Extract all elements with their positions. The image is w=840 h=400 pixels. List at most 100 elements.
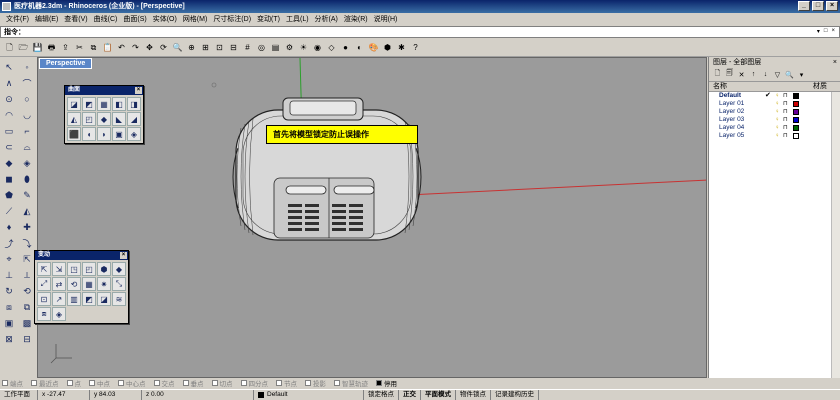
pan-icon[interactable]: ✥ <box>143 41 156 54</box>
transform-tool-icon-13[interactable]: ↗ <box>52 292 66 306</box>
light-bulb-icon[interactable]: ♀ <box>775 125 783 131</box>
render-icon[interactable]: ◉ <box>311 41 324 54</box>
light-icon[interactable]: ☀ <box>297 41 310 54</box>
menu-item-11[interactable]: 渲染(R) <box>341 13 371 26</box>
layer-row[interactable]: Default ✔ ♀ ⊓ <box>709 92 840 100</box>
menu-item-6[interactable]: 网格(M) <box>180 13 211 26</box>
status-osnap[interactable]: 物件锁点 <box>456 390 491 400</box>
toolbox-tool-icon-21[interactable]: ✚ <box>19 220 35 234</box>
osnap-checkbox[interactable] <box>31 380 37 386</box>
transform-tool-icon-14[interactable]: ▥ <box>67 292 81 306</box>
four-views-icon[interactable]: ⊟ <box>227 41 240 54</box>
status-layer[interactable]: Default <box>254 390 364 400</box>
surface-tool-icon-2[interactable]: ▦ <box>97 97 111 111</box>
transform-tool-icon-19[interactable]: ◈ <box>52 307 66 321</box>
status-planar[interactable]: 平面模式 <box>421 390 456 400</box>
osnap-toggle[interactable]: 智慧轨迹 <box>334 378 368 388</box>
menu-item-8[interactable]: 变动(T) <box>254 13 283 26</box>
light-bulb-icon[interactable]: ♀ <box>775 93 783 99</box>
transform-tool-icon-3[interactable]: ◰ <box>82 262 96 276</box>
surface-tool-icon-4[interactable]: ◨ <box>127 97 141 111</box>
zoom-icon[interactable]: 🔍 <box>171 41 184 54</box>
toolbox-tool-icon-9[interactable]: ⌐ <box>19 124 35 138</box>
toolbox-tool-icon-4[interactable]: ⊙ <box>1 92 17 106</box>
paste-icon[interactable]: 📋 <box>101 41 114 54</box>
material-icon[interactable]: ⬢ <box>381 41 394 54</box>
toolbox-tool-icon-11[interactable]: ⌓ <box>19 140 35 154</box>
toolbox-tool-icon-30[interactable]: ⧈ <box>1 300 17 314</box>
osnap-toggle[interactable]: 交点 <box>153 378 175 388</box>
layer-tool-icon-0[interactable]: 🗋 <box>712 69 723 80</box>
toolbox-tool-icon-20[interactable]: ♦ <box>1 220 17 234</box>
layer-color-swatch[interactable] <box>793 93 799 99</box>
layer-tool-icon-6[interactable]: 🔍 <box>784 69 795 80</box>
osnap-checkbox[interactable] <box>89 380 95 386</box>
menu-item-2[interactable]: 查看(V) <box>61 13 90 26</box>
toolbox-tool-icon-28[interactable]: ↻ <box>1 284 17 298</box>
transform-tool-icon-10[interactable]: ✷ <box>97 277 111 291</box>
light-bulb-icon[interactable]: ♀ <box>775 133 783 139</box>
layer-current-icon[interactable]: ✔ <box>765 92 775 100</box>
surface-tool-icon-8[interactable]: ◣ <box>112 112 126 126</box>
transform-tool-icon-9[interactable]: ▦ <box>82 277 96 291</box>
toolbox-tool-icon-32[interactable]: ▣ <box>1 316 17 330</box>
osnap-toggle[interactable]: 停用 <box>376 378 397 388</box>
options-icon[interactable]: ✱ <box>395 41 408 54</box>
transform-tool-icon-7[interactable]: ⇄ <box>52 277 66 291</box>
transform-tool-icon-8[interactable]: ⟲ <box>67 277 81 291</box>
toolbox-tool-icon-25[interactable]: ⇱ <box>19 252 35 266</box>
save-icon[interactable]: 💾 <box>31 41 44 54</box>
osnap-checkbox[interactable] <box>376 380 382 386</box>
layer-row[interactable]: Layer 04 ♀ ⊓ <box>709 124 840 132</box>
layers-scrollbar[interactable] <box>831 92 840 378</box>
close-button[interactable]: × <box>826 1 838 11</box>
osnap-toggle[interactable]: 切点 <box>211 378 233 388</box>
toolbox-tool-icon-29[interactable]: ⟲ <box>19 284 35 298</box>
menu-item-1[interactable]: 编辑(E) <box>32 13 61 26</box>
transform-tool-icon-1[interactable]: ⇲ <box>52 262 66 276</box>
toolbox-tool-icon-35[interactable]: ⊟ <box>19 332 35 346</box>
osnap-checkbox[interactable] <box>276 380 282 386</box>
lock-icon[interactable]: ⊓ <box>783 93 791 99</box>
minimize-button[interactable]: _ <box>798 1 810 11</box>
transform-tool-icon-0[interactable]: ⇱ <box>37 262 51 276</box>
osnap-checkbox[interactable] <box>118 380 124 386</box>
osnap-checkbox[interactable] <box>211 380 218 386</box>
toolbox-tool-icon-13[interactable]: ◈ <box>19 156 35 170</box>
toolbox-tool-icon-19[interactable]: ◭ <box>19 204 35 218</box>
layer-color-swatch[interactable] <box>793 117 799 123</box>
menu-item-10[interactable]: 分析(A) <box>312 13 341 26</box>
toolbox-tool-icon-2[interactable]: ∧ <box>1 76 17 90</box>
toolbox-tool-icon-10[interactable]: ⊂ <box>1 140 17 154</box>
osnap-checkbox[interactable] <box>182 380 189 386</box>
layer-tool-icon-7[interactable]: ▾ <box>796 69 807 80</box>
surface-tool-icon-3[interactable]: ◧ <box>112 97 126 111</box>
zoom-selected-icon[interactable]: ⊡ <box>213 41 226 54</box>
lock-icon[interactable]: ⊓ <box>783 125 791 131</box>
command-dropdown-icon[interactable]: ▾ <box>817 28 820 35</box>
surface-tool-icon-0[interactable]: ◪ <box>67 97 81 111</box>
viewport-title[interactable]: Perspective <box>39 58 93 69</box>
wireframe-icon[interactable]: ◇ <box>325 41 338 54</box>
osnap-toggle[interactable]: 垂点 <box>182 378 204 388</box>
layer-color-swatch[interactable] <box>793 101 799 107</box>
menu-item-5[interactable]: 实体(O) <box>150 13 180 26</box>
layer-icon[interactable]: ▤ <box>269 41 282 54</box>
open-icon[interactable]: 🗁 <box>17 41 30 54</box>
toolbox-tool-icon-12[interactable]: ◆ <box>1 156 17 170</box>
zoom-window-icon[interactable]: ⊕ <box>185 41 198 54</box>
osnap-toggle[interactable]: 端点 <box>2 378 23 388</box>
osnap-checkbox[interactable] <box>2 380 8 386</box>
menu-item-0[interactable]: 文件(F) <box>3 13 32 26</box>
toolbox-tool-icon-1[interactable]: ◦ <box>19 60 35 74</box>
surface-tool-icon-7[interactable]: ◆ <box>97 112 111 126</box>
toolbox-tool-icon-31[interactable]: ⧉ <box>19 300 35 314</box>
rendered-icon[interactable]: ◐ <box>353 41 366 54</box>
menu-item-3[interactable]: 曲线(C) <box>91 13 121 26</box>
toolbox-tool-icon-27[interactable]: ⟂ <box>19 268 35 282</box>
menu-item-12[interactable]: 说明(H) <box>371 13 401 26</box>
layer-color-swatch[interactable] <box>793 109 799 115</box>
transform-palette-close-icon[interactable]: × <box>120 252 127 259</box>
transform-tool-icon-12[interactable]: ⊡ <box>37 292 51 306</box>
shaded-icon[interactable]: ● <box>339 41 352 54</box>
